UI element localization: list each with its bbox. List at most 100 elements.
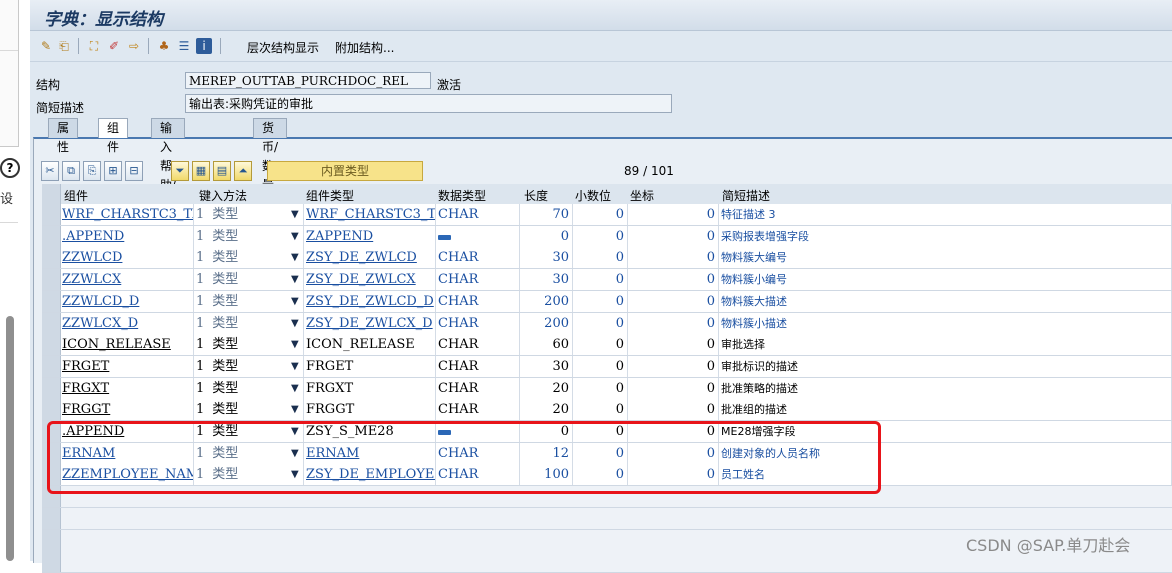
builtin-type-button[interactable]: 内置类型 [267, 161, 423, 181]
tab-attributes[interactable]: 属性 [48, 118, 79, 154]
table-row[interactable]: ZZWLCD_D 1 类型 ▼ ZSY_DE_ZWLCD_D CHAR 200 0 0 物料簇大描… [42, 290, 1172, 313]
decimals-cell[interactable]: 0 [573, 225, 628, 247]
data-type-cell[interactable]: CHAR [436, 312, 520, 334]
copy-icon[interactable]: ⧉ [62, 161, 80, 181]
tab-currency-fields[interactable]: 货币/数量字段 [253, 118, 288, 230]
component-cell[interactable]: ZZWLCD_D [60, 290, 194, 312]
data-type-cell[interactable] [436, 225, 520, 247]
append-structure-button[interactable]: 附加结构... [335, 39, 394, 56]
row-selector[interactable] [42, 507, 61, 529]
table-row[interactable]: .APPEND 1 类型 ▼ ZSY_S_ME28 0 0 0 ME28增强字段 [42, 421, 1172, 443]
table-row[interactable]: ICON_RELEASE 1 类型 ▼ ICON_RELEASE CHAR 60 0 0 审批选择 [42, 334, 1172, 357]
row-selector[interactable] [42, 334, 61, 356]
delete-row-icon[interactable]: ⊟ [125, 161, 143, 181]
dropdown-icon[interactable]: ▼ [291, 421, 299, 442]
data-type-cell[interactable]: CHAR [436, 464, 520, 486]
filter-icon[interactable]: ⏷ [171, 161, 189, 181]
dropdown-icon[interactable]: ▼ [291, 247, 299, 268]
component-type-cell[interactable]: ZSY_DE_ZWLCX_D [304, 312, 436, 334]
table-row[interactable]: ERNAM 1 类型 ▼ ERNAM CHAR 12 0 0 创建对象的人员名称 [42, 442, 1172, 465]
coordinate-cell[interactable]: 0 [628, 225, 719, 247]
short-description-cell[interactable]: 特征描述 3 [719, 204, 1172, 225]
dropdown-icon[interactable]: ▼ [291, 356, 299, 377]
dropdown-icon[interactable]: ▼ [291, 269, 299, 290]
table-row[interactable]: FRGGT 1 类型 ▼ FRGGT CHAR 20 0 0 批准组的描述 [42, 399, 1172, 422]
data-type-cell[interactable]: CHAR [436, 290, 520, 312]
decimals-cell[interactable]: 0 [573, 269, 628, 291]
data-type-cell[interactable]: CHAR [436, 377, 520, 399]
where-used-icon[interactable]: ⛶ [86, 38, 102, 54]
hierarchy-display-button[interactable]: 层次结构显示 [247, 39, 319, 56]
component-type-cell[interactable]: ZSY_DE_EMPLOYEE [304, 464, 436, 486]
length-cell[interactable]: 70 [520, 204, 573, 225]
component-cell[interactable]: FRGET [60, 355, 194, 377]
description-field[interactable]: 输出表:采购凭证的审批 [185, 94, 672, 113]
component-cell[interactable]: FRGGT [60, 399, 194, 421]
decimals-cell[interactable]: 0 [573, 204, 628, 225]
component-cell[interactable]: .APPEND [60, 225, 194, 247]
row-selector[interactable] [42, 290, 61, 312]
row-selector[interactable] [42, 529, 61, 551]
entry-method-cell[interactable]: 1 类型 ▼ [194, 225, 304, 247]
hierarchy-icon[interactable]: ♣ [156, 38, 172, 54]
tab-input-help[interactable]: 输入帮助/检查 [151, 118, 186, 230]
length-cell[interactable]: 20 [520, 377, 573, 399]
component-type-cell[interactable]: FRGXT [304, 377, 436, 399]
coordinate-cell[interactable]: 0 [628, 334, 719, 356]
component-type-cell[interactable]: ZSY_DE_ZWLCX [304, 269, 436, 291]
coordinate-cell[interactable]: 0 [628, 421, 719, 442]
coordinate-cell[interactable]: 0 [628, 269, 719, 291]
cut-icon[interactable]: ✂ [41, 161, 59, 181]
short-description-cell[interactable]: 物料簇小编号 [719, 269, 1172, 291]
row-selector[interactable] [42, 269, 61, 291]
entry-method-cell[interactable]: 1 类型 ▼ [194, 377, 304, 399]
data-type-cell[interactable]: CHAR [436, 355, 520, 377]
activate-icon[interactable]: ✐ [106, 38, 122, 54]
row-selector[interactable] [42, 464, 61, 486]
entry-method-cell[interactable]: 1 类型 ▼ [194, 312, 304, 334]
entry-method-cell[interactable]: 1 类型 ▼ [194, 442, 304, 464]
length-cell[interactable]: 30 [520, 355, 573, 377]
entry-method-cell[interactable]: 1 类型 ▼ [194, 247, 304, 269]
short-description-cell[interactable]: 批准策略的描述 [719, 377, 1172, 399]
component-type-cell[interactable]: ZSY_DE_ZWLCD [304, 247, 436, 269]
coordinate-cell[interactable]: 0 [628, 442, 719, 464]
dropdown-icon[interactable]: ▼ [291, 313, 299, 334]
tab-components[interactable]: 组件 [98, 118, 129, 154]
row-selector[interactable] [42, 551, 61, 573]
help-icon[interactable]: ? [0, 158, 20, 178]
component-cell[interactable]: .APPEND [60, 421, 194, 442]
scrollbar[interactable] [6, 316, 14, 561]
component-cell[interactable]: ZZWLCX [60, 269, 194, 291]
other-object-icon[interactable]: ✎ [38, 38, 54, 54]
table-row[interactable]: .APPEND 1 类型 ▼ ZAPPEND 0 0 0 采购报表增强字段 [42, 225, 1172, 248]
length-cell[interactable]: 200 [520, 290, 573, 312]
decimals-cell[interactable]: 0 [573, 355, 628, 377]
decimals-cell[interactable]: 0 [573, 399, 628, 421]
table-row[interactable] [42, 507, 1172, 530]
data-type-cell[interactable]: CHAR [436, 442, 520, 464]
component-cell[interactable]: ERNAM [60, 442, 194, 464]
coordinate-cell[interactable]: 0 [628, 355, 719, 377]
short-description-cell[interactable]: 物料簇大描述 [719, 290, 1172, 312]
length-cell[interactable]: 100 [520, 464, 573, 486]
row-selector[interactable] [42, 312, 61, 334]
data-type-cell[interactable] [436, 421, 520, 442]
entry-method-cell[interactable]: 1 类型 ▼ [194, 269, 304, 291]
table-row[interactable] [42, 486, 1172, 509]
decimals-cell[interactable]: 0 [573, 312, 628, 334]
data-type-cell[interactable]: CHAR [436, 204, 520, 225]
dropdown-icon[interactable]: ▼ [291, 291, 299, 312]
length-cell[interactable]: 0 [520, 225, 573, 247]
short-description-cell[interactable]: 物料簇大编号 [719, 247, 1172, 269]
coordinate-cell[interactable]: 0 [628, 204, 719, 225]
row-selector[interactable] [42, 355, 61, 377]
structure-field[interactable]: MEREP_OUTTAB_PURCHDOC_REL [185, 72, 431, 89]
dropdown-icon[interactable]: ▼ [291, 443, 299, 464]
display-change-icon[interactable]: ⎗ [56, 38, 72, 54]
short-description-cell[interactable]: 员工姓名 [719, 464, 1172, 486]
object-list-icon[interactable]: ⇨ [126, 38, 142, 54]
component-type-cell[interactable]: FRGET [304, 355, 436, 377]
coordinate-cell[interactable]: 0 [628, 464, 719, 486]
entry-method-cell[interactable]: 1 类型 ▼ [194, 421, 304, 442]
